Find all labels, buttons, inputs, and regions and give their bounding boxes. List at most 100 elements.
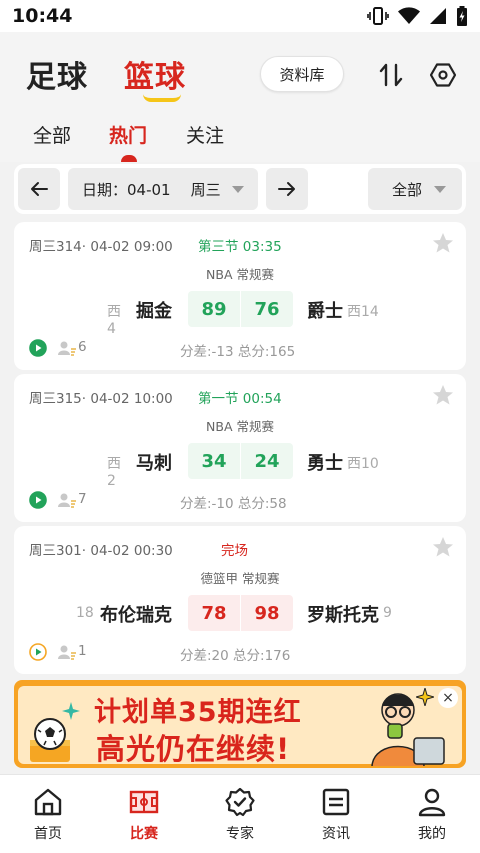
- home-team-name: 布伦瑞克: [100, 605, 172, 626]
- promo-banner-body: 计划单35期连红 高光仍在继续!: [18, 686, 462, 766]
- promo-banner[interactable]: 计划单35期连红 高光仍在继续! ×: [14, 680, 466, 768]
- profile-icon: [418, 788, 446, 817]
- promo-close-button[interactable]: ×: [438, 688, 458, 708]
- prediction-count: 7: [78, 491, 87, 507]
- match-clock: 03:35: [242, 239, 282, 255]
- away-team-name: 勇士: [307, 453, 343, 474]
- score-stats: 分差:20 总分:176: [180, 648, 291, 664]
- arrow-left-icon: [31, 182, 48, 196]
- promo-line-1: 计划单35期连红: [94, 697, 302, 728]
- star-icon[interactable]: [432, 384, 454, 406]
- prediction-count: 6: [78, 339, 87, 355]
- match-card[interactable]: 周三314· 04-02 09:00 第三节 03:35 NBA 常规赛 西4 …: [14, 222, 466, 370]
- expert-badge-icon: [225, 787, 255, 817]
- nav-match[interactable]: 比赛: [96, 775, 192, 853]
- active-subtab-indicator: [121, 155, 137, 162]
- home-icon: [34, 788, 62, 816]
- match-card[interactable]: 周三301· 04-02 00:30 完场 德篮甲 常规赛 18 布伦瑞克 78…: [14, 526, 466, 674]
- football-trophy-icon: [30, 718, 70, 762]
- match-period: 第三节: [198, 239, 239, 255]
- news-icon: [322, 788, 350, 816]
- score-stats: 分差:-10 总分:58: [180, 496, 287, 512]
- match-status: 第三节 03:35: [198, 235, 282, 255]
- away-score: 76: [241, 291, 293, 327]
- live-play-icon[interactable]: [29, 491, 47, 509]
- prediction-count: 1: [78, 643, 87, 659]
- sparkle-icon: [416, 688, 434, 706]
- star-icon[interactable]: [432, 536, 454, 558]
- promo-line-2: 高光仍在继续!: [96, 732, 291, 766]
- prev-day-button[interactable]: [18, 168, 60, 210]
- tab-basketball[interactable]: 篮球: [124, 52, 186, 96]
- status-time: 10:44: [12, 5, 73, 27]
- match-league: NBA 常规赛: [206, 419, 274, 434]
- arrow-right-icon: [278, 182, 295, 196]
- home-score: 34: [188, 443, 240, 479]
- nav-home-label: 首页: [34, 826, 62, 842]
- scope-label: 全部: [392, 180, 423, 199]
- signal-icon: [430, 8, 446, 24]
- date-picker[interactable]: 日期：04-01 周三: [68, 168, 258, 210]
- away-score: 24: [241, 443, 293, 479]
- prediction-user-icon: [58, 493, 76, 508]
- away-team-rank: 西10: [347, 456, 379, 472]
- subtab-all[interactable]: 全部: [33, 121, 71, 148]
- nav-profile-label: 我的: [418, 826, 446, 842]
- home-team-name: 马刺: [136, 453, 172, 474]
- nav-expert-label: 专家: [226, 826, 254, 842]
- home-score: 78: [188, 595, 240, 631]
- away-score: 98: [241, 595, 293, 631]
- live-play-icon[interactable]: [29, 643, 47, 661]
- status-icons: [367, 6, 468, 26]
- nav-profile[interactable]: 我的: [384, 775, 480, 853]
- away-team-rank: 9: [383, 605, 392, 621]
- match-meta: 周三314· 04-02 09:00: [29, 239, 173, 255]
- home-team-rank: 西2: [107, 456, 121, 489]
- home-score: 89: [188, 291, 240, 327]
- away-team-name: 爵士: [307, 301, 343, 322]
- header: 足球 篮球 资料库 全部 热门 关注: [0, 32, 480, 162]
- nav-match-label: 比赛: [130, 826, 158, 842]
- match-period: 完场: [221, 543, 248, 559]
- match-clock: 00:54: [242, 391, 282, 407]
- nav-expert[interactable]: 专家: [192, 775, 288, 853]
- subtab-hot[interactable]: 热门: [109, 121, 147, 148]
- scope-dropdown[interactable]: 全部: [368, 168, 462, 210]
- nav-news-label: 资讯: [322, 826, 350, 842]
- nav-home[interactable]: 首页: [0, 775, 96, 853]
- match-period: 第一节: [198, 391, 239, 407]
- tab-football[interactable]: 足球: [26, 52, 88, 96]
- date-filter-bar: 日期：04-01 周三 全部: [14, 164, 466, 214]
- bottom-nav: 首页 比赛 专家 资讯 我的: [0, 774, 480, 853]
- match-league: 德篮甲 常规赛: [200, 571, 280, 586]
- match-meta: 周三301· 04-02 00:30: [29, 543, 173, 559]
- court-icon: [129, 790, 159, 814]
- vibrate-icon: [367, 7, 389, 25]
- date-weekday: 周三: [190, 180, 221, 199]
- mascot-person-icon: [371, 693, 445, 766]
- match-status: 第一节 00:54: [198, 387, 282, 407]
- sort-swap-icon[interactable]: [378, 62, 404, 88]
- star-icon[interactable]: [432, 232, 454, 254]
- database-button[interactable]: 资料库: [260, 56, 344, 92]
- subtab-follow[interactable]: 关注: [186, 121, 224, 148]
- match-status: 完场: [221, 539, 248, 559]
- status-bar: 10:44: [0, 0, 480, 32]
- match-league: NBA 常规赛: [206, 267, 274, 282]
- nav-news[interactable]: 资讯: [288, 775, 384, 853]
- battery-icon: [457, 6, 467, 26]
- caret-down-icon: [434, 186, 446, 193]
- sparkle-icon: [62, 702, 80, 720]
- home-team-rank: 西4: [107, 304, 121, 337]
- home-team-name: 掘金: [136, 301, 172, 322]
- prediction-user-icon: [58, 341, 76, 356]
- active-sport-indicator: [143, 94, 181, 102]
- next-day-button[interactable]: [266, 168, 308, 210]
- score-stats: 分差:-13 总分:165: [180, 344, 296, 360]
- date-label: 日期：04-01: [82, 180, 171, 199]
- caret-down-icon: [232, 186, 244, 193]
- wifi-icon: [398, 7, 420, 24]
- match-card[interactable]: 周三315· 04-02 10:00 第一节 00:54 NBA 常规赛 西2 …: [14, 374, 466, 522]
- live-play-icon[interactable]: [29, 339, 47, 357]
- settings-hexagon-icon[interactable]: [430, 62, 456, 88]
